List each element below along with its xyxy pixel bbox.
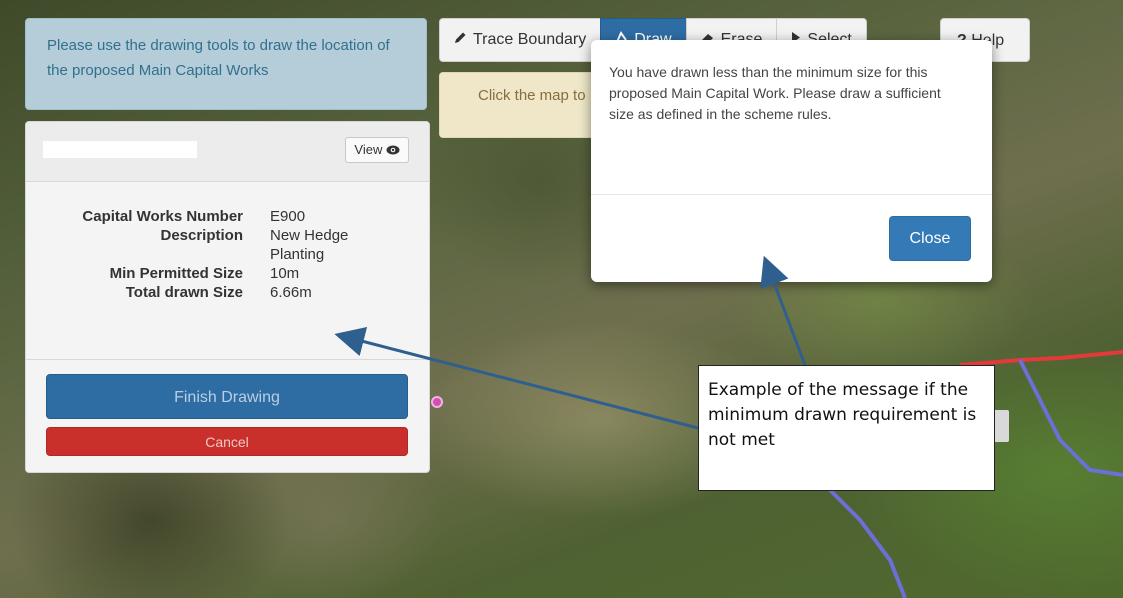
detail-value: 6.66m (270, 284, 312, 301)
detail-value: 10m (270, 265, 300, 282)
finish-drawing-button[interactable]: Finish Drawing (46, 374, 408, 419)
detail-label: Description (160, 227, 243, 244)
minimum-size-dialog: You have drawn less than the minimum siz… (591, 40, 992, 282)
field-boundary-blue-2 (828, 488, 907, 598)
capital-work-panel: View Capital Works Number E900 Descripti… (25, 121, 430, 473)
dialog-divider (591, 194, 992, 195)
detail-label: Total drawn Size (125, 284, 243, 301)
detail-value: E900 (270, 208, 306, 225)
eye-icon (386, 139, 400, 163)
map-marker[interactable] (431, 396, 443, 408)
pencil-icon (454, 18, 467, 62)
field-boundary-blue (1018, 359, 1123, 477)
dialog-message: You have drawn less than the minimum siz… (609, 64, 941, 122)
field-boundary-red (959, 350, 1123, 367)
trace-boundary-button[interactable]: Trace Boundary (439, 18, 602, 62)
redacted-name (43, 141, 197, 158)
view-button[interactable]: View (345, 137, 409, 163)
panel-divider (26, 359, 429, 360)
cancel-button[interactable]: Cancel (46, 427, 408, 456)
detail-label: Min Permitted Size (109, 265, 243, 282)
detail-value: New Hedge Planting (270, 227, 349, 263)
map-hint-text: Click the map to (478, 87, 586, 104)
trace-boundary-label: Trace Boundary (473, 31, 587, 48)
instruction-text: Please use the drawing tools to draw the… (47, 37, 390, 79)
detail-label: Capital Works Number (82, 208, 243, 225)
annotation-callout: Example of the message if the minimum dr… (698, 365, 995, 491)
close-button[interactable]: Close (889, 216, 971, 261)
panel-header: View (26, 122, 429, 182)
view-label: View (354, 142, 383, 157)
callout-text: Example of the message if the minimum dr… (708, 380, 977, 450)
instruction-box: Please use the drawing tools to draw the… (25, 18, 427, 110)
